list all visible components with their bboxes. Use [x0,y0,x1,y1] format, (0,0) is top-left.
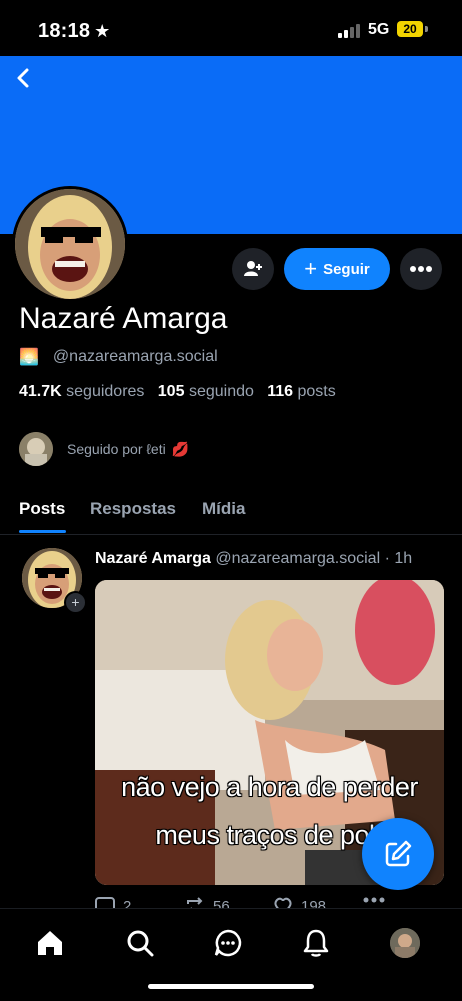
follow-author-plus-icon[interactable]: + [64,591,87,614]
more-options-button[interactable] [400,248,442,290]
sunrise-emoji: 🌅 [19,349,39,366]
post-more-button[interactable] [363,897,393,903]
kiss-emoji: 💋 [171,440,190,457]
signal-icon [338,24,362,38]
post-caption-line1: não vejo a hora de perder [121,772,418,802]
follower-avatar [19,432,53,466]
post-header: Nazaré Amarga @nazareamarga.social · 1h [95,550,413,567]
chat-icon [214,929,242,957]
profile-handle-row: 🌅 @nazareamarga.social [19,347,218,367]
status-bar: 18:18 ★ 5G 20 [0,0,462,56]
chevron-left-icon [17,68,29,88]
profile-name: Nazaré Amarga [19,302,228,335]
following-stat[interactable]: 105 seguindo [158,383,254,400]
battery-cap [425,26,428,32]
followed-by-row[interactable]: Seguido por ℓeti 💋 [19,432,189,466]
tab-media[interactable]: Mídia [202,499,245,519]
tab-posts[interactable]: Posts [19,499,65,519]
search-icon [127,930,154,957]
nav-notifications[interactable] [300,927,332,959]
network-label: 5G [368,21,390,38]
nav-search[interactable] [124,927,156,959]
follow-label: Seguir [323,260,370,278]
post-author-handle: @nazareamarga.social [215,550,381,567]
person-add-icon [244,261,262,276]
plus-icon: + [304,256,318,281]
followers-stat[interactable]: 41.7K seguidores [19,383,144,400]
post-time: 1h [394,550,413,567]
profile-stats: 41.7K seguidores 105 seguindo 116 posts [19,383,336,401]
add-to-list-button[interactable] [232,248,274,290]
ellipsis-icon [410,266,432,272]
profile-avatar-small [390,928,420,958]
battery-icon: 20 [397,21,423,37]
nav-home[interactable] [34,927,66,959]
followed-by-label: Seguido por ℓeti [67,441,166,457]
nav-chat[interactable] [212,927,244,959]
compose-icon [385,840,412,867]
profile-avatar[interactable] [12,186,128,302]
bell-icon [303,929,329,957]
follow-button[interactable]: + Seguir [284,248,390,290]
home-indicator [148,984,314,989]
status-time: 18:18 ★ [38,20,111,42]
back-button[interactable] [12,64,36,92]
compose-button[interactable] [362,818,434,890]
nav-profile[interactable] [389,927,421,959]
profile-handle: @nazareamarga.social [52,348,218,365]
ellipsis-icon [363,897,385,903]
profile-tabs: Posts Respostas Mídia [0,486,462,535]
star-icon: ★ [94,21,111,41]
home-icon [38,931,62,955]
post-author-name[interactable]: Nazaré Amarga [95,550,211,567]
active-tab-indicator [19,530,66,533]
tab-replies[interactable]: Respostas [90,499,176,519]
posts-stat: 116 posts [267,383,336,400]
